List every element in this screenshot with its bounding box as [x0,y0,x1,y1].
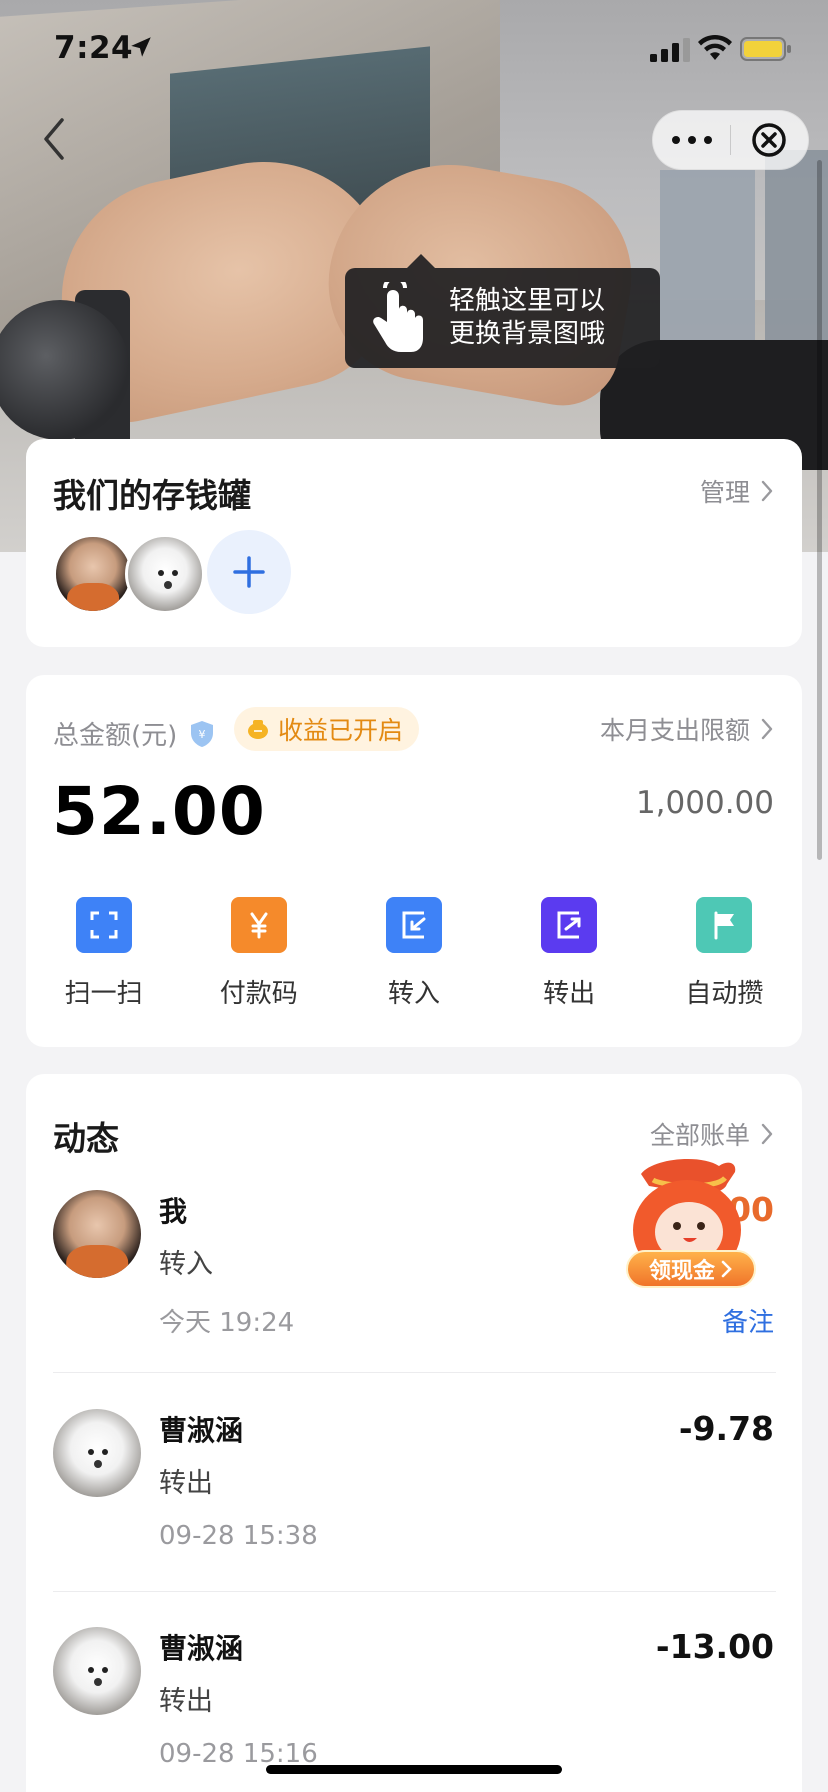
tooltip-line-1: 轻触这里可以 [449,286,606,316]
chevron-right-icon [761,718,773,740]
scan-action[interactable]: 扫一扫 [26,897,181,1027]
earnings-enabled-label: 收益已开启 [278,716,404,745]
total-amount-label: 总金额(元) [53,721,178,751]
svg-text:¥: ¥ [199,728,206,741]
more-button[interactable] [653,110,730,170]
avatar[interactable] [125,534,205,614]
manage-link[interactable]: 管理 [700,473,774,509]
location-arrow-icon [131,37,151,57]
wifi-icon [698,34,732,60]
total-amount-label-row: 总金额(元) ¥ [53,715,215,752]
monthly-limit-value: 1,000.00 [635,785,774,821]
monthly-limit-label: 本月支出限额 [599,716,750,745]
more-dots-icon [671,136,712,144]
balance-card: 总金额(元) ¥ 收益已开启 本月支出限额 52.00 1,000.00 扫一扫… [26,675,802,1047]
mini-program-capsule [652,110,809,170]
transfer-out-glyph [557,911,581,939]
record-amount: -13.00 [655,1627,774,1666]
change-background-tooltip[interactable]: 轻触这里可以 更换背景图哦 [345,254,660,368]
record-note-link[interactable]: 备注 [722,1302,774,1339]
auto-save-action[interactable]: 自动攒 [647,897,802,1027]
claim-cash-label: 领现金 [648,1259,715,1284]
tooltip-line-2: 更换背景图哦 [449,319,606,349]
all-bills-link[interactable]: 全部账单 [650,1116,774,1152]
piggy-bank-title: 我们的存钱罐 [53,476,251,515]
tap-hand-icon [373,282,423,352]
tooltip-text: 轻触这里可以 更换背景图哦 [449,285,605,351]
close-button[interactable] [731,110,808,170]
transfer-in-glyph [402,911,426,939]
record-type: 转入 [159,1249,213,1280]
record-time: 09-28 15:38 [159,1521,318,1551]
battery-icon [740,37,791,61]
transfer-out-label: 转出 [543,979,596,1009]
chevron-right-icon [761,480,773,502]
record-time: 今天 19:24 [159,1308,295,1338]
payment-code-icon [230,897,287,953]
payment-code-action[interactable]: 付款码 [181,897,336,1027]
total-amount-value: 52.00 [52,773,266,850]
record-name: 我 [159,1195,188,1228]
chevron-right-icon [761,1123,773,1145]
record-type: 转出 [159,1468,213,1499]
monthly-limit-link[interactable]: 本月支出限额 [600,711,774,747]
record-type: 转出 [159,1686,213,1717]
claim-cash-pill: 领现金 [626,1250,756,1288]
claim-cash-promo[interactable]: 领现金 [623,1156,763,1290]
status-bar: 7:24 [0,0,828,100]
home-indicator[interactable] [266,1765,562,1774]
transfer-out-icon [541,897,598,953]
manage-label: 管理 [699,478,750,507]
add-member-button[interactable] [207,530,291,614]
plus-icon [233,556,265,588]
avatar [53,1627,141,1715]
earnings-enabled-badge[interactable]: 收益已开启 [234,707,420,751]
yuan-glyph [250,912,268,939]
payment-code-label: 付款码 [219,979,298,1009]
scrollbar[interactable] [817,160,822,860]
photo-tower [660,170,755,340]
status-time: 7:24 [54,30,134,66]
transfer-in-icon [385,897,442,953]
record-name: 曹淑涵 [159,1632,244,1665]
record-name: 曹淑涵 [159,1414,244,1447]
quick-actions: 扫一扫 付款码 转入 转出 自动攒 [26,897,802,1027]
close-circle-icon [752,123,787,157]
list-item[interactable]: 曹淑涵 转出 09-28 15:38 -9.78 [26,1409,802,1627]
auto-save-label: 自动攒 [685,979,764,1009]
record-amount: -9.78 [678,1409,774,1448]
scan-icon [75,897,132,953]
list-divider [53,1591,776,1592]
chevron-right-icon [721,1260,732,1278]
shield-icon[interactable]: ¥ [189,720,215,748]
transfer-out-action[interactable]: 转出 [492,897,647,1027]
piggy-bank-card: 我们的存钱罐 管理 [26,439,802,647]
piggy-bank-page: { "status_bar": { "time": "7:24" }, "too… [0,0,828,1792]
activity-title: 动态 [53,1119,119,1158]
avatar[interactable] [53,534,133,614]
transfer-in-label: 转入 [387,979,440,1009]
list-divider [53,1372,776,1373]
cellular-signal-icon [650,38,690,62]
avatar [53,1190,141,1278]
scan-glyph [90,911,118,939]
coin-pouch-icon [248,720,268,739]
all-bills-label: 全部账单 [649,1121,750,1150]
flag-glyph [714,911,735,940]
avatar [53,1409,141,1497]
transfer-in-action[interactable]: 转入 [336,897,491,1027]
scan-label: 扫一扫 [64,979,143,1009]
back-chevron-icon[interactable] [38,116,70,162]
auto-save-icon [696,897,753,953]
